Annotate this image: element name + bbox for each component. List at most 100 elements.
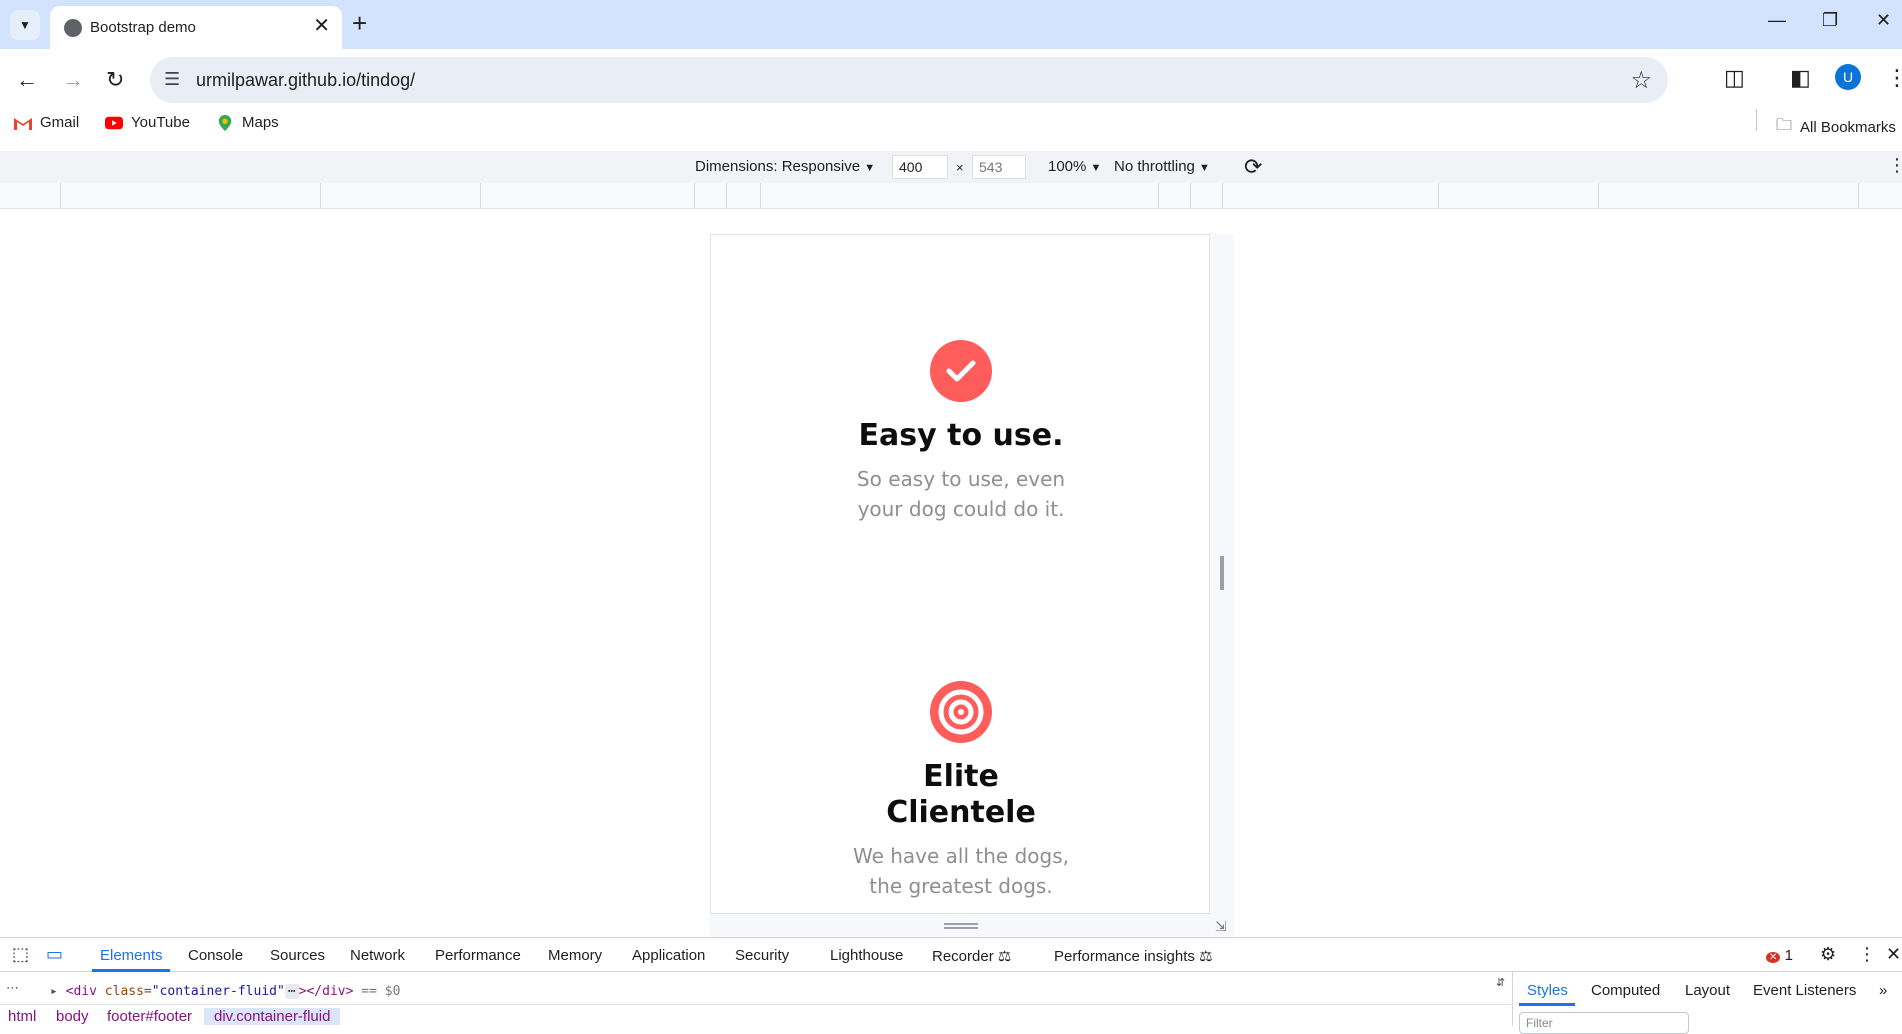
new-tab-button[interactable]: +	[352, 9, 367, 37]
caret-down-icon: ▼	[864, 162, 876, 174]
all-bookmarks[interactable]: 🗀 All Bookmarks	[1776, 114, 1896, 141]
breadcrumb-html[interactable]: html	[8, 1008, 36, 1025]
tab-recorder[interactable]: Recorder ⚖	[932, 947, 1011, 965]
devtools-tabbar: ⬚ ▭ Elements Console Sources Network Per…	[0, 938, 1902, 972]
bookmark-label: Maps	[242, 114, 279, 131]
styles-filter-input[interactable]: Filter	[1519, 1012, 1689, 1034]
check-circle-icon	[930, 340, 992, 402]
rotate-icon[interactable]: ⟳	[1244, 154, 1262, 180]
restore-icon[interactable]: ❐	[1822, 10, 1838, 31]
tab-security[interactable]: Security	[735, 947, 789, 964]
tab-application[interactable]: Application	[632, 947, 705, 964]
close-icon[interactable]: ✕	[313, 15, 330, 37]
more-options-icon[interactable]: ⋮	[1888, 155, 1902, 176]
devtools-menu-icon[interactable]: ⋮	[1858, 944, 1876, 965]
tab-console[interactable]: Console	[188, 947, 243, 964]
site-info-icon[interactable]: ☰	[164, 69, 180, 90]
chevron-down-icon: ▼	[19, 18, 31, 32]
zoom-dropdown[interactable]: 100% ▼	[1048, 158, 1101, 175]
styles-pane: Styles Computed Layout Event Listeners »…	[1512, 972, 1902, 1034]
active-tab-indicator	[92, 969, 170, 972]
dimensions-dropdown[interactable]: Dimensions: Responsive ▼	[695, 158, 875, 175]
error-icon: ✕	[1766, 952, 1781, 963]
scroll-arrows-icon[interactable]: ⇵	[1496, 976, 1505, 989]
device-toggle-icon[interactable]: ▭	[46, 944, 63, 965]
bookmarks-divider	[1756, 109, 1757, 131]
feature-title: Easy to use.	[858, 418, 1064, 453]
viewport-bottom-handle[interactable]: ⇲	[710, 914, 1234, 938]
breadcrumb-div[interactable]: div.container-fluid	[204, 1008, 341, 1025]
corner-resize-icon[interactable]: ⇲	[1215, 918, 1227, 935]
feature-title-line2: Clientele	[886, 795, 1036, 830]
breadcrumb-footer[interactable]: footer#footer	[107, 1008, 192, 1025]
feature-text-line1: We have all the dogs,	[852, 844, 1069, 868]
breadcrumb-body[interactable]: body	[56, 1008, 89, 1025]
resize-handle-icon	[1220, 556, 1224, 590]
feature-title-line1: Elite	[923, 759, 999, 794]
viewport-side-handle[interactable]	[1210, 234, 1234, 914]
reload-icon[interactable]: ↻	[106, 67, 124, 93]
expand-triangle-icon[interactable]: ▸	[50, 984, 58, 999]
feature-text-line1: So easy to use, even	[856, 467, 1066, 491]
window-close-icon[interactable]: ✕	[1876, 10, 1891, 31]
tab-strip: ▼ Bootstrap demo ✕ + — ❐ ✕	[0, 0, 1902, 49]
resize-handle-icon	[944, 923, 978, 929]
media-query-ruler[interactable]	[0, 183, 1902, 209]
tab-memory[interactable]: Memory	[548, 947, 602, 964]
height-input[interactable]: 543	[972, 155, 1026, 179]
bookmark-label: YouTube	[131, 114, 190, 131]
dom-attr-name: class=	[104, 984, 152, 999]
dom-selected-marker: == $0	[361, 984, 401, 999]
flask-icon: ⚖	[997, 948, 1012, 965]
tab-network[interactable]: Network	[350, 947, 405, 964]
caret-down-icon: ▼	[1199, 162, 1210, 174]
menu-dots-icon[interactable]: ⋮	[1886, 65, 1902, 91]
throttling-dropdown[interactable]: No throttling ▼	[1114, 158, 1210, 175]
ellipsis-icon[interactable]: ⋯	[6, 980, 19, 996]
ellipsis-badge[interactable]: ⋯	[284, 984, 299, 999]
emulated-viewport: Easy to use. So easy to use, even your d…	[710, 234, 1210, 914]
back-icon[interactable]: ←	[16, 67, 38, 93]
address-bar[interactable]: ☰ urmilpawar.github.io/tindog/ ☆	[150, 57, 1668, 103]
dimensions-label: Dimensions: Responsive	[695, 158, 861, 175]
avatar[interactable]: U	[1835, 64, 1861, 90]
minimize-icon[interactable]: —	[1768, 10, 1786, 31]
dom-node-row[interactable]: ▸ <div class="container-fluid" ⋯ ></div> =…	[50, 984, 400, 999]
tab-title: Bootstrap demo	[90, 19, 196, 36]
zoom-label: 100%	[1048, 158, 1087, 175]
tab-performance-insights[interactable]: Performance insights ⚖	[1054, 947, 1213, 965]
devtools-panel: ⬚ ▭ Elements Console Sources Network Per…	[0, 937, 1902, 1034]
tab-performance[interactable]: Performance	[435, 947, 521, 964]
breadcrumb: html body footer#footer div.container-fl…	[0, 1004, 1512, 1026]
active-side-tab-indicator	[1519, 1003, 1575, 1006]
width-input[interactable]: 400	[892, 155, 948, 179]
error-badge[interactable]: ✕ 1	[1766, 947, 1793, 964]
inspect-element-icon[interactable]: ⬚	[12, 944, 29, 965]
forward-icon[interactable]: →	[62, 67, 84, 93]
extensions-icon[interactable]: ◫	[1724, 65, 1745, 91]
tab-styles[interactable]: Styles	[1527, 982, 1568, 999]
tab-layout[interactable]: Layout	[1685, 982, 1730, 999]
tab-event-listeners[interactable]: Event Listeners	[1753, 982, 1856, 999]
tab-sources[interactable]: Sources	[270, 947, 325, 964]
bookmark-youtube[interactable]: YouTube	[105, 114, 190, 131]
bookmark-maps[interactable]: Maps	[216, 114, 279, 131]
side-panel-icon[interactable]: ◧	[1790, 65, 1811, 91]
browser-tab[interactable]: Bootstrap demo ✕	[50, 6, 342, 49]
folder-icon: 🗀	[1776, 117, 1793, 134]
tab-recorder-label: Recorder	[932, 948, 994, 965]
bookmark-star-icon[interactable]: ☆	[1630, 66, 1652, 95]
gmail-icon	[14, 117, 32, 130]
bookmark-gmail[interactable]: Gmail	[14, 114, 79, 131]
close-devtools-icon[interactable]: ✕	[1886, 944, 1901, 965]
settings-gear-icon[interactable]: ⚙	[1820, 944, 1836, 965]
tab-search-button[interactable]: ▼	[10, 10, 40, 40]
caret-down-icon: ▼	[1090, 162, 1102, 174]
tab-lighthouse[interactable]: Lighthouse	[830, 947, 903, 964]
globe-icon	[64, 19, 82, 37]
tab-elements[interactable]: Elements	[100, 947, 163, 964]
device-toolbar: Dimensions: Responsive ▼ 400 × 543 100% …	[0, 151, 1902, 183]
tab-computed[interactable]: Computed	[1591, 982, 1660, 999]
more-tabs-icon[interactable]: »	[1879, 982, 1887, 999]
dom-tag-open: <div	[65, 984, 105, 999]
